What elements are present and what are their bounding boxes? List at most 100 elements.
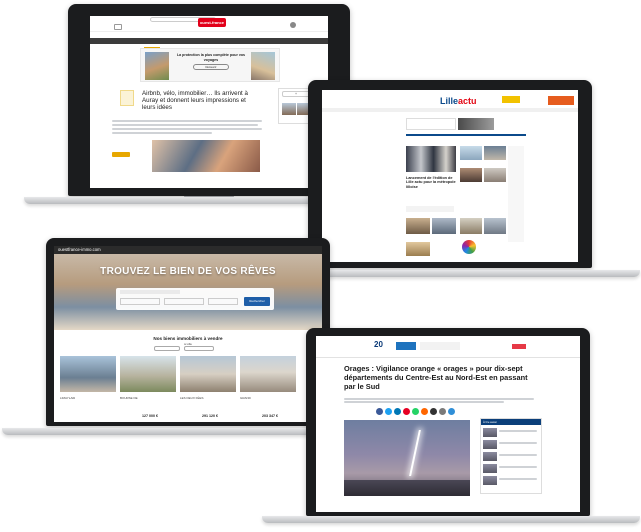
property-price: 291 120 € [202, 414, 218, 418]
share-icon[interactable] [448, 408, 455, 415]
property-image [180, 356, 236, 392]
thumbnail[interactable] [484, 168, 506, 182]
site-logo[interactable]: Lilleactu [440, 96, 477, 106]
sidebar-thumb[interactable] [282, 103, 296, 115]
property-image [60, 356, 116, 392]
filter-button[interactable] [154, 346, 180, 351]
ad-image [251, 52, 275, 80]
ad-title: La protection la plus complète pour vos … [176, 53, 246, 62]
thumbnail[interactable] [460, 218, 482, 234]
share-icon[interactable] [376, 408, 383, 415]
share-icon[interactable] [421, 408, 428, 415]
share-icon[interactable] [430, 408, 437, 415]
thumbnail[interactable] [460, 146, 482, 160]
laptop-screen: ouestfrance-immo.com TROUVEZ LE BIEN DE … [54, 246, 322, 422]
header-menu[interactable] [420, 342, 460, 350]
property-card[interactable]: LIMAYLAIR [60, 356, 116, 422]
ad-image [145, 52, 169, 80]
laptop-screen: 20 Orages : Vigilance orange « orages » … [316, 336, 580, 512]
filter-button[interactable] [184, 346, 214, 351]
hero-title: TROUVEZ LE BIEN DE VOS RÊVES [100, 266, 276, 277]
budget-input[interactable] [208, 298, 238, 305]
main-nav [322, 108, 578, 112]
related-article[interactable] [483, 475, 541, 486]
property-price: 127 000 € [142, 414, 158, 418]
logo-accent: actu [458, 96, 477, 106]
related-article[interactable] [483, 451, 541, 462]
storm-photo [344, 420, 470, 496]
laptop-lille-actu: Lilleactu Lancement de l'édition de Lill… [308, 80, 592, 272]
nav-item[interactable]: Météo [303, 47, 311, 53]
sidebar-button[interactable]: + [282, 91, 310, 97]
search-tabs[interactable] [120, 290, 180, 294]
property-price: 203 347 € [262, 414, 278, 418]
site-topbar: ouestfrance-immo.com [54, 246, 322, 254]
lead-photo[interactable] [406, 146, 456, 172]
header-button[interactable] [512, 344, 526, 349]
location-input[interactable] [120, 298, 160, 305]
article-title: Orages : Vigilance orange « orages » pou… [344, 364, 528, 391]
nav-item[interactable]: Culture [283, 47, 292, 53]
menu-icon[interactable] [114, 24, 122, 30]
collections-box[interactable] [406, 206, 454, 212]
property-label: GRAND [240, 396, 251, 400]
property-card[interactable]: BOURSE DE 127 000 € [120, 356, 176, 422]
related-sidebar: À lire aussi [480, 418, 542, 494]
logo-main: Lille [440, 96, 459, 106]
site-logo[interactable]: 20 [374, 340, 392, 354]
account-icon[interactable] [290, 22, 296, 28]
thumbnail[interactable] [406, 218, 430, 234]
share-icon[interactable] [385, 408, 392, 415]
thumbnail[interactable] [406, 242, 430, 256]
related-article[interactable] [483, 439, 541, 450]
laptop-20-minutes: 20 Orages : Vigilance orange « orages » … [306, 328, 590, 518]
sidebar-heading: À lire aussi [481, 419, 541, 425]
color-wheel-icon [462, 240, 476, 254]
thumbnail[interactable] [484, 146, 506, 160]
header-banner[interactable] [548, 96, 574, 105]
share-icon[interactable] [412, 408, 419, 415]
laptop-screen: Lilleactu Lancement de l'édition de Lill… [322, 90, 578, 262]
search-button[interactable]: Rechercher [244, 297, 270, 306]
header-ad[interactable] [502, 96, 520, 103]
share-icon[interactable] [403, 408, 410, 415]
main-nav: Actualité Bretagne Pays de la Loire Norm… [90, 38, 328, 53]
site-name[interactable]: ouestfrance-immo.com [58, 247, 101, 252]
section-divider [406, 134, 526, 136]
type-select[interactable] [164, 298, 204, 305]
thumbnail[interactable] [460, 168, 482, 182]
property-card[interactable]: GRAND 203 347 € [240, 356, 296, 422]
sidebar-box: + [278, 88, 312, 124]
subscribe-button[interactable] [112, 152, 130, 157]
lightning-bolt [409, 430, 421, 476]
laptop-ouest-france-immo: ouestfrance-immo.com TROUVEZ LE BIEN DE … [46, 238, 330, 430]
section-title: Nos biens immobiliers à vendre [153, 336, 223, 341]
header-badge[interactable] [396, 342, 416, 350]
ad-banner[interactable] [458, 118, 494, 130]
share-icon[interactable] [394, 408, 401, 415]
thumbnail[interactable] [432, 218, 456, 234]
sidebar [508, 146, 524, 242]
article-headline[interactable]: Airbnb, vélo, immobilier… Ils arrivent à… [142, 90, 254, 112]
advertisement[interactable]: La protection la plus complète pour vos … [140, 48, 280, 82]
lead-headline[interactable]: Lancement de l'édition de Lille actu pou… [406, 176, 458, 189]
thumbnail[interactable] [484, 218, 506, 234]
premium-lock-icon [120, 90, 134, 106]
property-card[interactable]: LES DEUX FÉES 291 120 € [180, 356, 236, 422]
ad-banner[interactable] [406, 118, 456, 130]
property-image [240, 356, 296, 392]
related-article[interactable] [483, 427, 541, 438]
property-label: LES DEUX FÉES [180, 396, 204, 400]
property-image [120, 356, 176, 392]
property-search-box[interactable]: Rechercher [116, 288, 274, 310]
related-article[interactable] [483, 463, 541, 474]
ad-button[interactable]: Découvrir [193, 64, 229, 70]
site-logo[interactable]: ouest-france [198, 18, 226, 27]
city-skyline [344, 480, 470, 496]
laptop-screen: ouest-france Actualité Bretagne Pays de … [90, 16, 328, 188]
share-icon[interactable] [439, 408, 446, 415]
nav-item[interactable]: Actualité [123, 47, 134, 53]
property-label: LIMAYLAIR [60, 396, 76, 400]
property-label: BOURSE DE [120, 396, 138, 400]
article-photo [152, 140, 260, 172]
